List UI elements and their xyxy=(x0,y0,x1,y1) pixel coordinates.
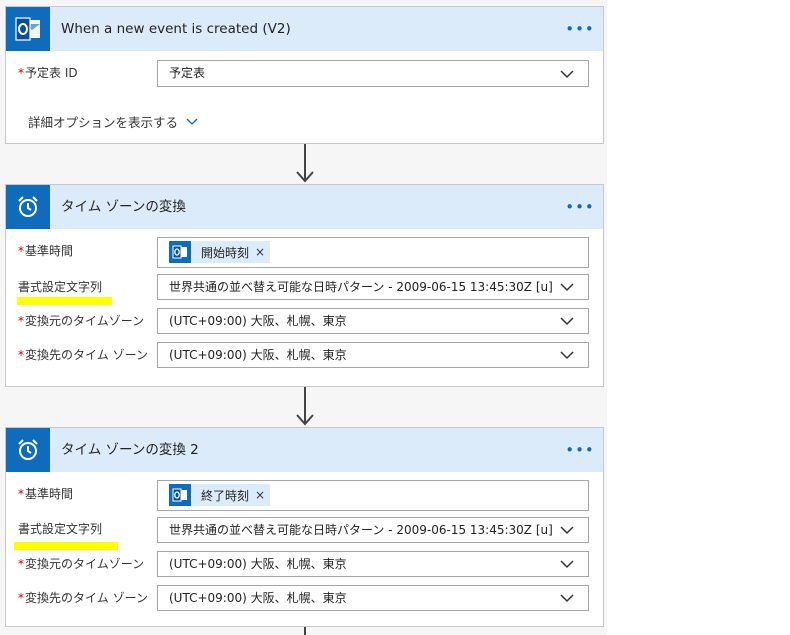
convert-timezone-card-1: タイム ゾーンの変換 ••• *基準時間 開始時刻 × 書式設定文字列 世界共通… xyxy=(5,184,604,387)
token-label: 終了時刻 xyxy=(201,488,250,503)
remove-token-button[interactable]: × xyxy=(255,488,270,502)
required-marker: * xyxy=(18,557,24,571)
required-marker: * xyxy=(18,487,24,501)
remove-token-button[interactable]: × xyxy=(255,245,270,259)
trigger-title: When a new event is created (V2) xyxy=(61,21,291,37)
more-options-button[interactable]: ••• xyxy=(565,16,594,42)
format-string-label: 書式設定文字列 xyxy=(18,522,103,536)
source-timezone-label: *変換元のタイムゾーン xyxy=(18,557,145,571)
alarm-clock-icon xyxy=(6,185,50,229)
more-options-button[interactable]: ••• xyxy=(565,194,594,220)
destination-timezone-dropdown[interactable]: (UTC+09:00) 大阪、札幌、東京 xyxy=(157,585,589,611)
destination-timezone-label: *変換先のタイム ゾーン xyxy=(18,591,148,605)
format-string-label: 書式設定文字列 xyxy=(18,280,103,294)
format-string-value: 世界共通の並べ替え可能な日時パターン - 2009-06-15 13:45:30… xyxy=(169,523,553,537)
chevron-down-icon xyxy=(560,70,574,79)
required-marker: * xyxy=(18,348,24,362)
calendar-id-dropdown[interactable]: 予定表 xyxy=(157,60,589,87)
dynamic-content-token[interactable]: 終了時刻 × xyxy=(169,484,271,506)
chevron-down-icon xyxy=(186,118,198,125)
outlook-icon xyxy=(169,241,191,263)
action-card-header[interactable]: タイム ゾーンの変換 ••• xyxy=(6,185,603,229)
show-advanced-options-link[interactable]: 詳細オプションを表示する xyxy=(28,112,198,131)
convert-timezone-card-2: タイム ゾーンの変換 2 ••• *基準時間 終了時刻 × 書式設定文字列 世界… xyxy=(5,427,604,627)
flow-connector xyxy=(304,627,306,635)
source-timezone-value: (UTC+09:00) 大阪、札幌、東京 xyxy=(169,557,347,571)
dynamic-content-token[interactable]: 開始時刻 × xyxy=(169,241,271,263)
outlook-icon xyxy=(6,7,50,51)
destination-timezone-dropdown[interactable]: (UTC+09:00) 大阪、札幌、東京 xyxy=(157,342,589,368)
base-time-label: *基準時間 xyxy=(18,487,74,501)
action-title: タイム ゾーンの変換 xyxy=(61,199,186,215)
more-options-button[interactable]: ••• xyxy=(565,437,594,463)
chevron-down-icon xyxy=(560,594,574,603)
chevron-down-icon xyxy=(560,526,574,535)
format-string-dropdown[interactable]: 世界共通の並べ替え可能な日時パターン - 2009-06-15 13:45:30… xyxy=(157,274,589,300)
outlook-icon xyxy=(169,484,191,506)
chevron-down-icon xyxy=(560,351,574,360)
arrow-down-icon xyxy=(296,171,314,183)
format-string-value: 世界共通の並べ替え可能な日時パターン - 2009-06-15 13:45:30… xyxy=(169,280,553,294)
destination-timezone-value: (UTC+09:00) 大阪、札幌、東京 xyxy=(169,348,347,362)
source-timezone-dropdown[interactable]: (UTC+09:00) 大阪、札幌、東京 xyxy=(157,308,589,334)
highlight-marker xyxy=(14,542,118,550)
trigger-card: When a new event is created (V2) ••• *予定… xyxy=(5,6,604,144)
required-marker: * xyxy=(18,66,24,80)
base-time-input[interactable]: 終了時刻 × xyxy=(157,480,589,511)
source-timezone-value: (UTC+09:00) 大阪、札幌、東京 xyxy=(169,314,347,328)
destination-timezone-label: *変換先のタイム ゾーン xyxy=(18,348,148,362)
arrow-down-icon xyxy=(296,414,314,426)
destination-timezone-value: (UTC+09:00) 大阪、札幌、東京 xyxy=(169,591,347,605)
advanced-options-label: 詳細オプションを表示する xyxy=(28,115,179,130)
trigger-card-header[interactable]: When a new event is created (V2) ••• xyxy=(6,7,603,51)
source-timezone-dropdown[interactable]: (UTC+09:00) 大阪、札幌、東京 xyxy=(157,551,589,577)
calendar-id-label: *予定表 ID xyxy=(18,66,78,80)
required-marker: * xyxy=(18,244,24,258)
chevron-down-icon xyxy=(560,317,574,326)
base-time-input[interactable]: 開始時刻 × xyxy=(157,237,589,268)
action-card-header[interactable]: タイム ゾーンの変換 2 ••• xyxy=(6,428,603,472)
action-title: タイム ゾーンの変換 2 xyxy=(61,442,199,458)
base-time-label: *基準時間 xyxy=(18,244,74,258)
required-marker: * xyxy=(18,591,24,605)
alarm-clock-icon xyxy=(6,428,50,472)
required-marker: * xyxy=(18,314,24,328)
chevron-down-icon xyxy=(560,283,574,292)
right-blank-area xyxy=(607,0,790,635)
format-string-dropdown[interactable]: 世界共通の並べ替え可能な日時パターン - 2009-06-15 13:45:30… xyxy=(157,517,589,543)
source-timezone-label: *変換元のタイムゾーン xyxy=(18,314,145,328)
chevron-down-icon xyxy=(560,560,574,569)
calendar-id-value: 予定表 xyxy=(169,66,206,80)
highlight-marker xyxy=(17,297,112,305)
token-label: 開始時刻 xyxy=(201,245,250,260)
